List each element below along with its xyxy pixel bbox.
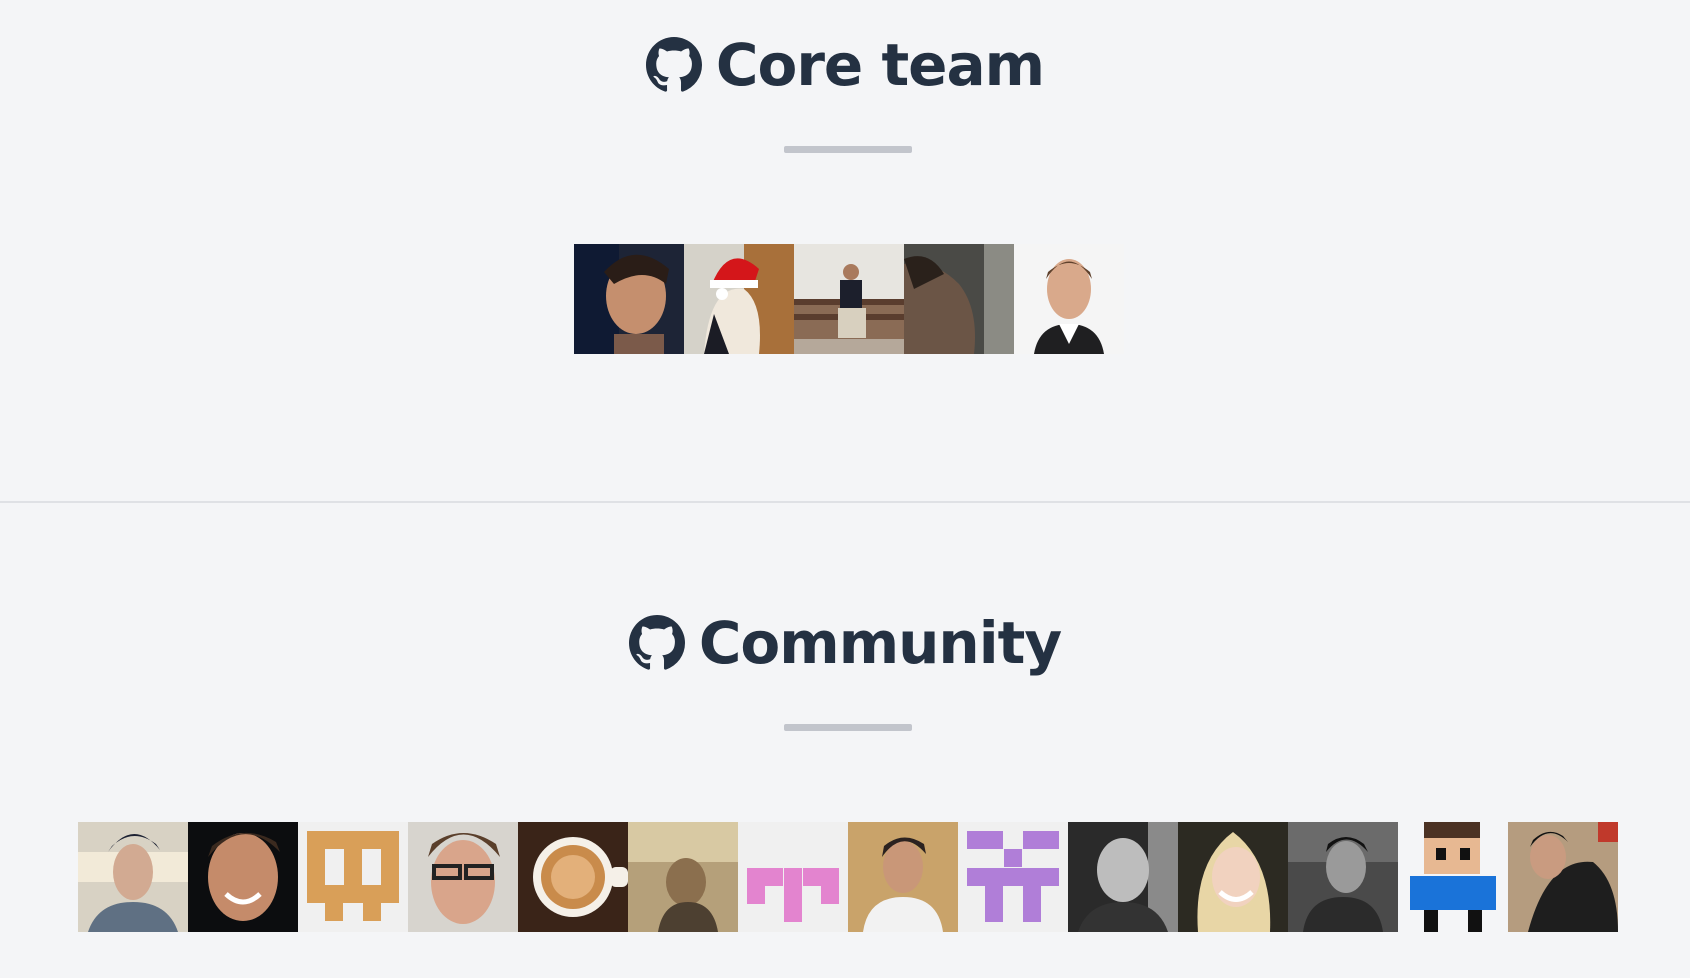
core-member-avatar-4[interactable]: [904, 244, 1014, 354]
community-member-avatar-6[interactable]: [628, 822, 738, 932]
community-member-avatar-5[interactable]: [518, 822, 628, 932]
core-member-avatar-1[interactable]: [574, 244, 684, 354]
github-icon: [645, 37, 702, 93]
community-member-avatar-3[interactable]: [298, 822, 408, 932]
core-team-rule: [784, 146, 912, 153]
core-member-avatar-3[interactable]: [794, 244, 904, 354]
core-member-avatar-5[interactable]: [1014, 244, 1124, 354]
community-avatars: [78, 822, 1618, 932]
community-heading: Community: [0, 614, 1690, 672]
community-rule: [784, 724, 912, 731]
community-member-avatar-8[interactable]: [848, 822, 958, 932]
community-member-avatar-4[interactable]: [408, 822, 518, 932]
core-member-avatar-2[interactable]: [684, 244, 794, 354]
community-member-avatar-1[interactable]: [78, 822, 188, 932]
community-member-avatar-7[interactable]: [738, 822, 848, 932]
community-member-avatar-10[interactable]: [1068, 822, 1178, 932]
community-member-avatar-11[interactable]: [1178, 822, 1288, 932]
core-team-title: Core team: [715, 31, 1045, 99]
section-divider: [0, 501, 1690, 503]
community-member-avatar-12[interactable]: [1288, 822, 1398, 932]
core-team-avatars: [574, 244, 1124, 354]
core-team-heading: Core team: [0, 36, 1690, 94]
community-member-avatar-14[interactable]: [1508, 822, 1618, 932]
community-title: Community: [698, 609, 1062, 677]
github-icon: [628, 615, 685, 671]
community-member-avatar-9[interactable]: [958, 822, 1068, 932]
community-member-avatar-13[interactable]: [1398, 822, 1508, 932]
community-member-avatar-2[interactable]: [188, 822, 298, 932]
